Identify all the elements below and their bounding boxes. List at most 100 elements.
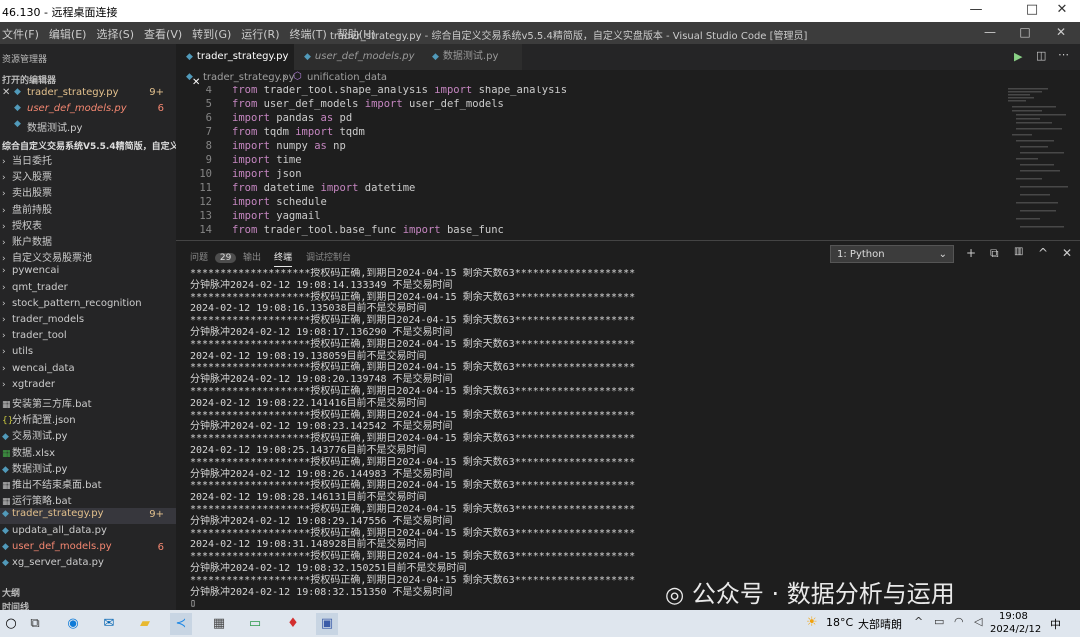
code-line[interactable]: 11 from datetime import datetime <box>176 181 415 195</box>
timeline-label[interactable]: 时间线 <box>2 600 29 610</box>
folder-item[interactable]: › qmt_trader <box>0 282 176 298</box>
folder-item[interactable]: › 卖出股票 <box>0 184 176 200</box>
edge-icon[interactable]: ◉ <box>62 613 84 635</box>
terminal-line: 分钟脉冲2024-02-12 19:08:26.144983 不是交易时间 <box>190 468 453 480</box>
menu-view[interactable]: 查看(V) <box>144 26 182 42</box>
file-item[interactable]: {}分析配置.json <box>0 411 176 427</box>
folder-item[interactable]: › utils <box>0 346 176 362</box>
folder-item[interactable]: › trader_models <box>0 314 176 330</box>
mail-icon[interactable]: ✉ <box>98 613 120 635</box>
remote-app-icon[interactable]: ▣ <box>316 613 338 635</box>
outline-label[interactable]: 大纲 <box>2 586 20 599</box>
open-editor-trader-strategy[interactable]: ✕ ◆ trader_strategy.py 9+ <box>0 87 176 103</box>
new-terminal-icon[interactable]: + <box>966 246 976 260</box>
code-line[interactable]: 6 import pandas as pd <box>176 111 352 125</box>
breadcrumb-symbol[interactable]: unification_data <box>307 72 387 83</box>
file-item[interactable]: ◆ trader_strategy.py 9+ <box>0 508 176 525</box>
panel-tab-problems[interactable]: 问题 29 <box>190 250 237 263</box>
volume-icon[interactable]: ◁ <box>974 615 982 628</box>
folder-item[interactable]: › 买入股票 <box>0 168 176 184</box>
folder-item[interactable]: › wencai_data <box>0 363 176 379</box>
close-panel-icon[interactable]: ✕ <box>1062 246 1072 260</box>
menu-terminal[interactable]: 终端(T) <box>290 26 327 42</box>
code-line[interactable]: 4 from trader_tool.shape_analysis import … <box>176 86 567 97</box>
search-icon[interactable]: ○ <box>0 613 22 635</box>
trash-icon[interactable]: ▥ <box>1014 246 1023 257</box>
menu-go[interactable]: 转到(G) <box>192 26 231 42</box>
vscode-icon[interactable]: ≺ <box>170 613 192 635</box>
open-editor-data-test[interactable]: ◆ 数据测试.py <box>0 119 176 135</box>
weather-text[interactable]: 大部晴朗 <box>858 616 902 632</box>
file-item[interactable]: ▦运行策略.bat <box>0 492 176 508</box>
run-icon[interactable]: ▶ <box>1014 50 1022 63</box>
menu-file[interactable]: 文件(F) <box>2 26 39 42</box>
code-line[interactable]: 5 from user_def_models import user_def_mo… <box>176 97 504 111</box>
folder-item[interactable]: › xgtrader <box>0 379 176 395</box>
python-file-icon: ◆ <box>14 119 21 129</box>
file-item[interactable]: ◆ 交易测试.py <box>0 427 176 443</box>
panel-tab-terminal[interactable]: 终端 <box>274 250 293 267</box>
folder-item[interactable]: › 当日委托 <box>0 152 176 168</box>
open-editors-label[interactable]: 打开的编辑器 <box>2 73 56 86</box>
file-item[interactable]: ◆ xg_server_data.py <box>0 557 176 573</box>
menu-edit[interactable]: 编辑(E) <box>49 26 87 42</box>
task-view-icon[interactable]: ⧉ <box>24 613 46 635</box>
folder-item[interactable]: › 授权表 <box>0 217 176 233</box>
menu-run[interactable]: 运行(R) <box>241 26 279 42</box>
terminal-select[interactable]: 1: Python ⌄ <box>830 245 954 263</box>
file-item[interactable]: ◆ 数据测试.py <box>0 460 176 476</box>
file-item[interactable]: ▦推出不结束桌面.bat <box>0 476 176 492</box>
terminal-app-icon[interactable]: ▭ <box>244 613 266 635</box>
menu-selection[interactable]: 选择(S) <box>96 26 134 42</box>
maximize-panel-icon[interactable]: ^ <box>1038 246 1048 260</box>
close-icon[interactable]: ✕ <box>2 87 10 98</box>
file-item[interactable]: ◆ user_def_models.py 6 <box>0 541 176 557</box>
wifi-icon[interactable]: ◠ <box>954 615 964 628</box>
folder-item[interactable]: › trader_tool <box>0 330 176 346</box>
folder-item[interactable]: › pywencai <box>0 265 176 281</box>
file-item[interactable]: ▦数据.xlsx <box>0 444 176 460</box>
code-line[interactable]: 10 import json <box>176 167 301 181</box>
split-terminal-icon[interactable]: ⧉ <box>990 246 999 261</box>
open-editor-user-def-models[interactable]: ◆ user_def_models.py 6 <box>0 103 176 119</box>
weather-temp[interactable]: 18°C <box>826 616 853 629</box>
code-line[interactable]: 12 import schedule <box>176 195 327 209</box>
vscode-maximize-button[interactable]: □ <box>1010 25 1040 39</box>
panel-tab-debug-console[interactable]: 调试控制台 <box>306 250 351 263</box>
more-actions-icon[interactable]: ⋯ <box>1058 48 1069 61</box>
code-line[interactable]: 14 from trader_tool.base_func import base… <box>176 223 504 237</box>
code-line[interactable]: 8 import numpy as np <box>176 139 346 153</box>
clock-time[interactable]: 19:08 <box>999 611 1028 622</box>
panel-tab-output[interactable]: 输出 <box>243 250 261 263</box>
folder-item[interactable]: › 自定义交易股票池 <box>0 249 176 265</box>
folder-item[interactable]: › stock_pattern_recognition <box>0 298 176 314</box>
close-button[interactable]: ✕ <box>1044 2 1080 17</box>
minimap[interactable] <box>1006 86 1072 240</box>
terminal-output[interactable]: ********************授权码正确,到期日2024-04-15 … <box>190 268 1070 608</box>
app-icon[interactable]: ♦ <box>282 613 304 635</box>
tab-user-def-models[interactable]: ◆ user_def_models.py <box>294 44 422 70</box>
split-editor-icon[interactable]: ◫ <box>1036 49 1046 62</box>
breadcrumb-file[interactable]: trader_strategy.py <box>203 72 295 83</box>
project-folder-label[interactable]: 综合自定义交易系统V5.5.4精简版，自定义实... <box>2 139 176 152</box>
store-icon[interactable]: ▦ <box>208 613 230 635</box>
tab-trader-strategy[interactable]: ◆ trader_strategy.py ✕ <box>176 44 294 88</box>
minimize-button[interactable]: — <box>958 2 994 17</box>
file-label: 账户数据 <box>12 237 52 248</box>
folder-item[interactable]: › 盘前持股 <box>0 201 176 217</box>
file-explorer-icon[interactable]: ▰ <box>134 613 156 635</box>
code-line[interactable]: 9 import time <box>176 153 302 167</box>
code-line[interactable]: 13 import yagmail <box>176 209 320 223</box>
file-item[interactable]: ◆ updata_all_data.py <box>0 525 176 541</box>
tab-data-test[interactable]: ◆ 数据测试.py <box>422 44 522 70</box>
folder-item[interactable]: › 账户数据 <box>0 233 176 249</box>
ime-indicator[interactable]: 中 <box>1050 616 1061 632</box>
code-editor[interactable]: 4 from trader_tool.shape_analysis import … <box>176 86 1006 240</box>
network-icon[interactable]: ▭ <box>934 615 944 628</box>
clock-date[interactable]: 2024/2/12 <box>990 624 1041 635</box>
file-item[interactable]: ▦安装第三方库.bat <box>0 395 176 411</box>
chevron-up-icon[interactable]: ^ <box>914 615 923 628</box>
code-line[interactable]: 7 from tqdm import tqdm <box>176 125 365 139</box>
vscode-close-button[interactable]: ✕ <box>1046 25 1076 39</box>
vscode-minimize-button[interactable]: — <box>975 25 1005 39</box>
